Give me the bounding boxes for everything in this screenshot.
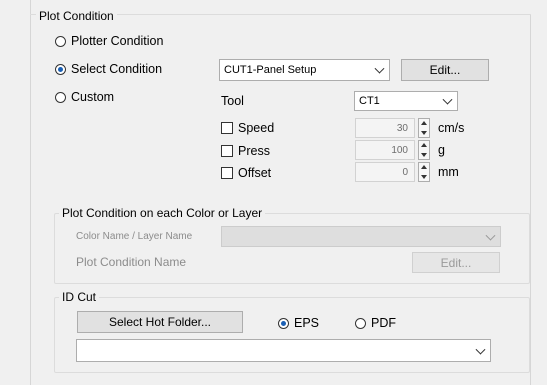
- speed-checkbox[interactable]: Speed: [221, 120, 274, 136]
- radio-select-condition[interactable]: Select Condition: [55, 61, 162, 77]
- color-layer-legend: Plot Condition on each Color or Layer: [59, 206, 266, 220]
- offset-unit: mm: [438, 165, 459, 179]
- right-border: [530, 14, 531, 385]
- press-input[interactable]: 100: [355, 140, 415, 160]
- press-checkbox[interactable]: Press: [221, 143, 270, 159]
- arrow-up-icon: [421, 121, 427, 125]
- arrow-down-icon: [421, 175, 427, 179]
- radio-label: Custom: [71, 90, 115, 104]
- radio-indicator: [55, 63, 66, 75]
- chevron-down-icon: [374, 63, 385, 74]
- edit-condition-button[interactable]: Edit...: [401, 59, 489, 81]
- speed-unit: cm/s: [438, 121, 465, 135]
- press-stepper[interactable]: [418, 140, 430, 160]
- id-cut-legend: ID Cut: [59, 290, 100, 304]
- radio-indicator: [55, 35, 66, 47]
- press-unit: g: [438, 143, 445, 157]
- checkbox-label: Press: [238, 144, 270, 158]
- chevron-down-icon: [442, 94, 453, 105]
- checkbox-label: Speed: [238, 121, 275, 135]
- offset-checkbox[interactable]: Offset: [221, 165, 271, 181]
- checkbox-box: [221, 167, 233, 179]
- plot-condition-name-label: Plot Condition Name: [76, 255, 187, 269]
- radio-plotter-condition[interactable]: Plotter Condition: [55, 33, 163, 49]
- speed-input[interactable]: 30: [355, 118, 415, 138]
- chevron-down-icon: [475, 344, 486, 355]
- radio-indicator: [355, 317, 366, 329]
- speed-stepper[interactable]: [418, 118, 430, 138]
- arrow-down-icon: [421, 153, 427, 157]
- select-hot-folder-button[interactable]: Select Hot Folder...: [77, 311, 243, 333]
- radio-indicator: [278, 317, 289, 329]
- radio-custom[interactable]: Custom: [55, 89, 114, 105]
- radio-label: EPS: [294, 316, 320, 330]
- offset-input[interactable]: 0: [355, 162, 415, 182]
- radio-indicator: [55, 91, 66, 103]
- checkbox-box: [221, 145, 233, 157]
- chevron-down-icon: [485, 230, 496, 241]
- plot-condition-legend: Plot Condition: [36, 9, 117, 23]
- tool-select-value: CT1: [359, 95, 380, 107]
- checkbox-label: Offset: [238, 166, 272, 180]
- radio-label: PDF: [371, 316, 396, 330]
- color-layer-name-label: Color Name / Layer Name: [76, 231, 193, 242]
- arrow-up-icon: [421, 143, 427, 147]
- color-layer-group: [54, 213, 530, 284]
- arrow-down-icon: [421, 131, 427, 135]
- tool-select[interactable]: CT1: [354, 91, 458, 111]
- condition-select[interactable]: CUT1-Panel Setup: [219, 59, 390, 81]
- radio-eps[interactable]: EPS: [278, 315, 319, 331]
- radio-pdf[interactable]: PDF: [355, 315, 396, 331]
- tool-label: Tool: [221, 94, 244, 108]
- arrow-up-icon: [421, 165, 427, 169]
- checkbox-box: [221, 122, 233, 134]
- radio-label: Select Condition: [71, 62, 163, 76]
- color-layer-name-select: [221, 226, 501, 247]
- condition-select-value: CUT1-Panel Setup: [224, 64, 317, 76]
- offset-stepper[interactable]: [418, 162, 430, 182]
- color-layer-edit-button: Edit...: [412, 252, 500, 273]
- hot-folder-select[interactable]: [76, 339, 491, 362]
- left-border: [30, 0, 31, 385]
- radio-label: Plotter Condition: [71, 34, 164, 48]
